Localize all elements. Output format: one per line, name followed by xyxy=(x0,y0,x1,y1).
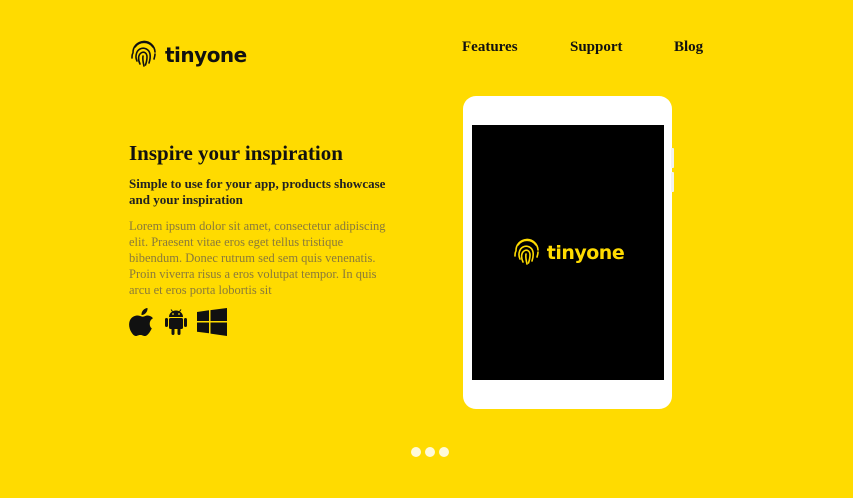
carousel-dots xyxy=(411,447,449,457)
tablet-screen: tinyone xyxy=(472,125,664,380)
tablet-mockup: tinyone xyxy=(463,96,674,409)
brand-logo[interactable]: tinyone xyxy=(129,38,247,72)
tablet-side-button xyxy=(671,148,674,168)
fingerprint-icon xyxy=(129,38,159,72)
carousel-dot[interactable] xyxy=(439,447,449,457)
carousel-dot[interactable] xyxy=(425,447,435,457)
hero-body: Lorem ipsum dolor sit amet, consectetur … xyxy=(129,219,386,297)
android-icon[interactable] xyxy=(163,308,189,340)
nav-item-support[interactable]: Support xyxy=(570,39,623,56)
platform-icons xyxy=(129,308,399,340)
main-nav: Features Support Blog xyxy=(462,39,722,59)
hero-title: Inspire your inspiration xyxy=(129,141,343,165)
nav-item-features[interactable]: Features xyxy=(462,39,518,56)
windows-icon[interactable] xyxy=(197,308,227,340)
fingerprint-icon xyxy=(512,236,542,270)
nav-item-blog[interactable]: Blog xyxy=(674,39,703,56)
carousel-dot[interactable] xyxy=(411,447,421,457)
apple-icon[interactable] xyxy=(129,308,155,340)
brand-name: tinyone xyxy=(165,43,247,67)
tablet-side-button xyxy=(671,172,674,192)
hero-subtitle: Simple to use for your app, products sho… xyxy=(129,176,386,207)
hero-section: Inspire your inspiration Simple to use f… xyxy=(129,141,399,340)
screen-brand-name: tinyone xyxy=(546,241,625,264)
screen-logo: tinyone xyxy=(512,236,625,270)
